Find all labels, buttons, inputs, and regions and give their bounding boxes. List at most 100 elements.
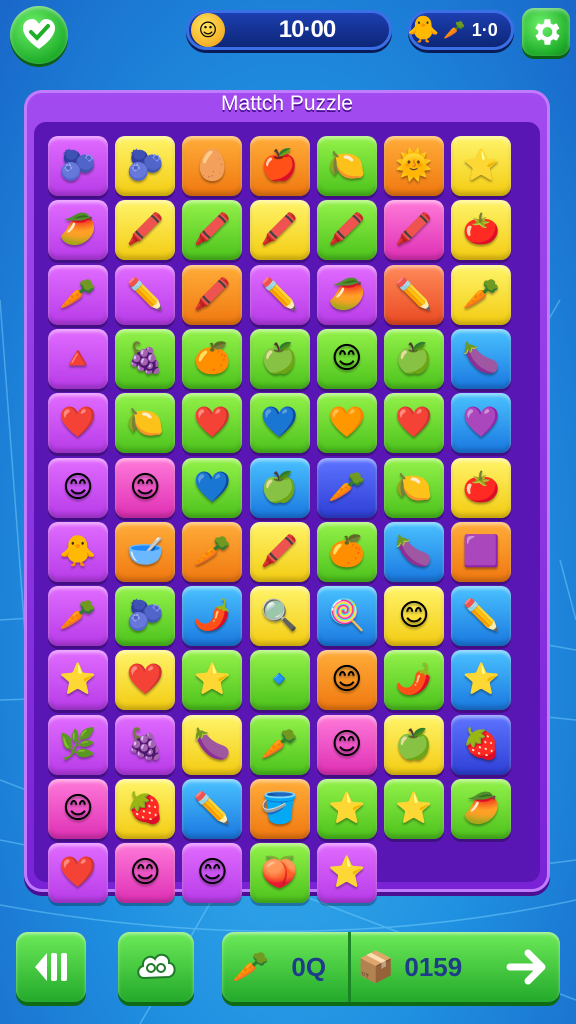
tile[interactable]: 🥕 (48, 586, 108, 647)
tile[interactable]: 🥕 (249, 714, 310, 775)
tile[interactable]: 🍊 (316, 521, 377, 582)
tile[interactable]: 🍆 (451, 328, 512, 389)
tile[interactable]: 🌶️ (182, 586, 243, 647)
tile[interactable]: 🖍️ (115, 200, 176, 261)
tile[interactable]: ❤️ (384, 393, 444, 454)
tile[interactable]: 💜 (451, 393, 512, 454)
tile[interactable]: 🫐 (115, 586, 176, 647)
tile[interactable]: 🟪 (451, 521, 512, 582)
tile-item-icon: 😊 (62, 791, 94, 826)
tile[interactable]: 🍋 (384, 457, 444, 518)
tile-item-icon: 🍎 (260, 148, 299, 183)
tile[interactable]: 🥭 (48, 200, 108, 261)
tile[interactable]: ❤️ (48, 393, 108, 454)
tile[interactable]: 😊 (48, 779, 108, 839)
tile[interactable]: 🍆 (182, 714, 243, 775)
tile[interactable]: 🍏 (384, 328, 444, 389)
tile[interactable]: 🔍 (249, 586, 310, 647)
board-title: Mattch Puzzle (221, 92, 353, 115)
tile[interactable]: 😊 (115, 843, 176, 904)
tile[interactable]: 🍇 (115, 714, 176, 775)
tile[interactable]: 🍏 (384, 714, 444, 775)
tile[interactable]: 😊 (384, 586, 444, 647)
tile[interactable]: 🥭 (451, 779, 512, 839)
tile[interactable]: 🥕 (316, 457, 377, 518)
tile[interactable]: 🍎 (249, 136, 310, 196)
tile[interactable]: 🔹 (249, 650, 310, 711)
tile-item-icon: 🍅 (462, 212, 500, 248)
back-button[interactable] (10, 6, 68, 64)
tile[interactable]: 🥕 (48, 264, 108, 325)
tile[interactable]: 🪣 (249, 779, 310, 839)
tile[interactable]: ⭐ (316, 779, 377, 839)
tile[interactable]: ⭐ (384, 779, 444, 839)
tile-item-icon: 🥭 (59, 212, 97, 248)
tile[interactable]: 🐥 (48, 521, 108, 582)
tile[interactable]: ⭐ (451, 650, 512, 711)
tile-item-icon: 🍊 (328, 533, 366, 569)
tile[interactable]: 🖍️ (316, 200, 377, 261)
tile[interactable]: 🖍️ (249, 521, 310, 582)
tile-item-icon: ⭐ (193, 662, 232, 698)
tile[interactable]: ✏️ (384, 264, 444, 325)
tile[interactable]: 💙 (249, 393, 310, 454)
tile[interactable]: 🍓 (451, 714, 512, 775)
hint-button[interactable] (118, 932, 194, 1002)
tile-item-icon: 😊 (129, 469, 161, 505)
tile[interactable]: 🍑 (249, 843, 310, 904)
tile[interactable]: 🍇 (115, 328, 176, 389)
tile[interactable]: ❤️ (115, 650, 176, 711)
tile[interactable]: ✏️ (115, 264, 176, 325)
tile[interactable]: 😊 (182, 843, 243, 904)
tile[interactable]: ✏️ (249, 264, 310, 325)
tile[interactable]: 🖍️ (384, 200, 444, 261)
tile[interactable]: 😊 (316, 328, 377, 389)
tile[interactable]: ❤️ (182, 393, 243, 454)
tile-item-icon: 🍓 (462, 726, 500, 762)
tile[interactable]: ✏️ (451, 586, 512, 647)
tile[interactable]: ⭐ (48, 650, 108, 711)
tile[interactable]: 🧡 (316, 393, 377, 454)
tile[interactable]: 🍋 (115, 393, 176, 454)
tile-item-icon: 🌿 (59, 726, 97, 762)
tile[interactable]: ⭐ (451, 136, 512, 196)
tile[interactable]: 😊 (48, 457, 108, 518)
tile[interactable]: 🥕 (182, 521, 243, 582)
tile[interactable]: 🍭 (316, 586, 377, 647)
tile[interactable]: 💙 (182, 457, 243, 518)
tile[interactable]: 😊 (115, 457, 176, 518)
tile[interactable]: ⭐ (182, 650, 243, 711)
tile[interactable]: 🌿 (48, 714, 108, 775)
tile[interactable]: 🖍️ (182, 264, 243, 325)
tile-item-icon: 🪣 (260, 791, 299, 826)
tile[interactable]: ❤️ (48, 843, 108, 904)
next-button[interactable] (487, 947, 550, 987)
tile-item-icon: 🍭 (328, 598, 366, 634)
tile[interactable]: 🍅 (451, 200, 512, 261)
tile[interactable]: 🍏 (249, 457, 310, 518)
pause-button[interactable] (16, 932, 86, 1002)
tile[interactable]: 😊 (316, 650, 377, 711)
tile[interactable]: 🍊 (182, 328, 243, 389)
tile[interactable]: 🥣 (115, 521, 176, 582)
tile[interactable]: 🖍️ (182, 200, 243, 261)
tile[interactable]: 🍅 (451, 457, 512, 518)
tile[interactable]: 🍏 (249, 328, 310, 389)
tile[interactable]: 🌞 (384, 136, 444, 196)
tile[interactable]: 🥚 (182, 136, 243, 196)
tile[interactable]: 🫐 (48, 136, 108, 196)
tile[interactable]: 🍆 (384, 521, 444, 582)
tile[interactable]: 🍋 (316, 136, 377, 196)
tile[interactable]: 😊 (316, 714, 377, 775)
tile[interactable]: ✏️ (182, 779, 243, 839)
tile[interactable]: 🍓 (115, 779, 176, 839)
tile-item-icon: 🍆 (395, 533, 433, 569)
tile[interactable]: 🔺 (48, 328, 108, 389)
tile[interactable]: 🥭 (316, 264, 377, 325)
tile[interactable]: 🌶️ (384, 650, 444, 711)
tile[interactable]: 🫐 (115, 136, 176, 196)
tile[interactable]: 🥕 (451, 264, 512, 325)
tile[interactable]: 🖍️ (249, 200, 310, 261)
settings-button[interactable] (522, 8, 570, 56)
tile[interactable]: ⭐ (316, 843, 377, 904)
